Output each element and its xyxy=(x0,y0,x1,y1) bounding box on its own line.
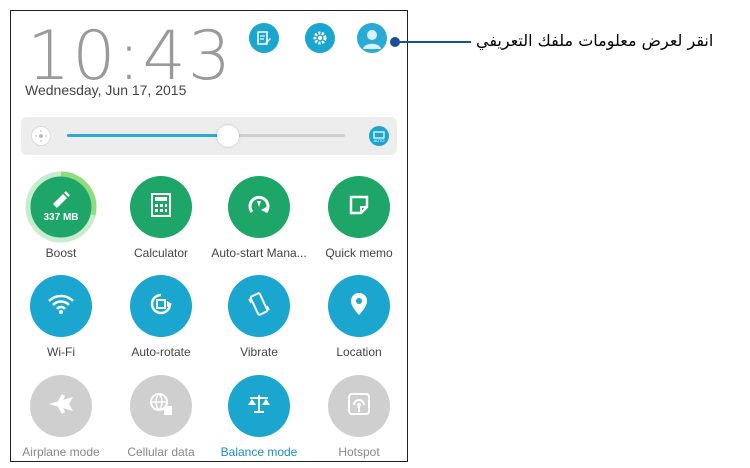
broom-icon xyxy=(49,190,73,215)
memory-usage-badge: 337 MB xyxy=(43,212,79,223)
edit-icon xyxy=(257,31,271,45)
balance-icon xyxy=(246,393,272,420)
tile-label: Location xyxy=(336,345,382,359)
tile-button[interactable] xyxy=(30,375,92,437)
auto-brightness-toggle[interactable]: AUTO xyxy=(369,126,389,146)
tile-label: Auto-rotate xyxy=(131,345,191,359)
tile-label: Hotspot xyxy=(338,445,380,459)
tile-auto-rotate[interactable]: Auto-rotate xyxy=(111,275,211,359)
brightness-slider-thumb[interactable] xyxy=(217,125,240,147)
callout-line xyxy=(395,41,471,43)
brightness-bar: AUTO xyxy=(21,117,397,155)
hotspot-icon xyxy=(346,391,372,422)
memo-icon xyxy=(348,194,370,221)
settings-button[interactable] xyxy=(305,23,335,53)
tile-balance-mode[interactable]: Balance mode xyxy=(209,375,309,459)
tile-location[interactable]: Location xyxy=(309,275,407,359)
tile-auto-start-mana[interactable]: Auto-start Mana... xyxy=(209,176,309,260)
tile-boost[interactable]: 337 MB Boost xyxy=(11,171,111,260)
tile-hotspot[interactable]: Hotspot xyxy=(309,375,407,459)
tile-label: Auto-start Mana... xyxy=(211,246,307,260)
tile-button[interactable] xyxy=(228,375,290,437)
brightness-low-icon xyxy=(31,126,51,146)
tile-button[interactable] xyxy=(328,375,390,437)
tile-label: Airplane mode xyxy=(22,445,100,459)
vibrate-icon xyxy=(246,290,272,323)
tile-label: Balance mode xyxy=(220,445,298,459)
settings-icon xyxy=(313,31,327,45)
svg-text:AUTO: AUTO xyxy=(373,138,384,143)
brightness-slider[interactable] xyxy=(67,125,345,147)
calculator-icon xyxy=(150,192,172,222)
globe-icon xyxy=(148,391,174,422)
tile-button[interactable] xyxy=(130,375,192,437)
wifi-icon xyxy=(47,293,75,320)
auto-start-icon xyxy=(246,192,272,223)
tile-label: Wi-Fi xyxy=(47,345,75,359)
tile-vibrate[interactable]: Vibrate xyxy=(209,275,309,359)
tile-calculator[interactable]: Calculator xyxy=(111,176,211,260)
profile-icon xyxy=(363,30,381,49)
tile-button[interactable] xyxy=(228,176,290,238)
tile-button[interactable] xyxy=(328,176,390,238)
tile-button[interactable] xyxy=(228,275,290,337)
tile-label: Vibrate xyxy=(240,345,278,359)
auto-brightness-icon: AUTO xyxy=(373,131,385,143)
tile-button[interactable] xyxy=(30,275,92,337)
airplane-icon xyxy=(47,392,75,421)
tile-airplane-mode[interactable]: Airplane mode xyxy=(11,375,111,459)
tile-label: Calculator xyxy=(133,246,189,260)
tile-label: Quick memo xyxy=(325,246,393,260)
date-text: Wednesday, Jun 17, 2015 xyxy=(25,82,187,98)
callout-text: انقر لعرض معلومات ملفك التعريفي xyxy=(476,31,714,50)
tile-button[interactable] xyxy=(328,275,390,337)
location-icon xyxy=(349,291,369,322)
tile-cellular-data[interactable]: Cellular data xyxy=(111,375,211,459)
edit-button[interactable] xyxy=(249,23,279,53)
brightness-slider-fill xyxy=(67,134,229,137)
tile-label: Cellular data xyxy=(127,445,195,459)
tile-label: Boost xyxy=(45,246,77,260)
tile-button[interactable] xyxy=(130,275,192,337)
tile-wi-fi[interactable]: Wi-Fi xyxy=(11,275,111,359)
rotate-icon xyxy=(148,291,174,322)
profile-button[interactable] xyxy=(357,23,387,53)
tile-quick-memo[interactable]: Quick memo xyxy=(309,176,407,260)
tile-button[interactable] xyxy=(130,176,192,238)
tile-button[interactable]: 337 MB xyxy=(25,171,97,243)
quick-settings-panel: 10:43 Wednesday, Jun 17, 2015 AUTO 337 M… xyxy=(10,10,408,462)
